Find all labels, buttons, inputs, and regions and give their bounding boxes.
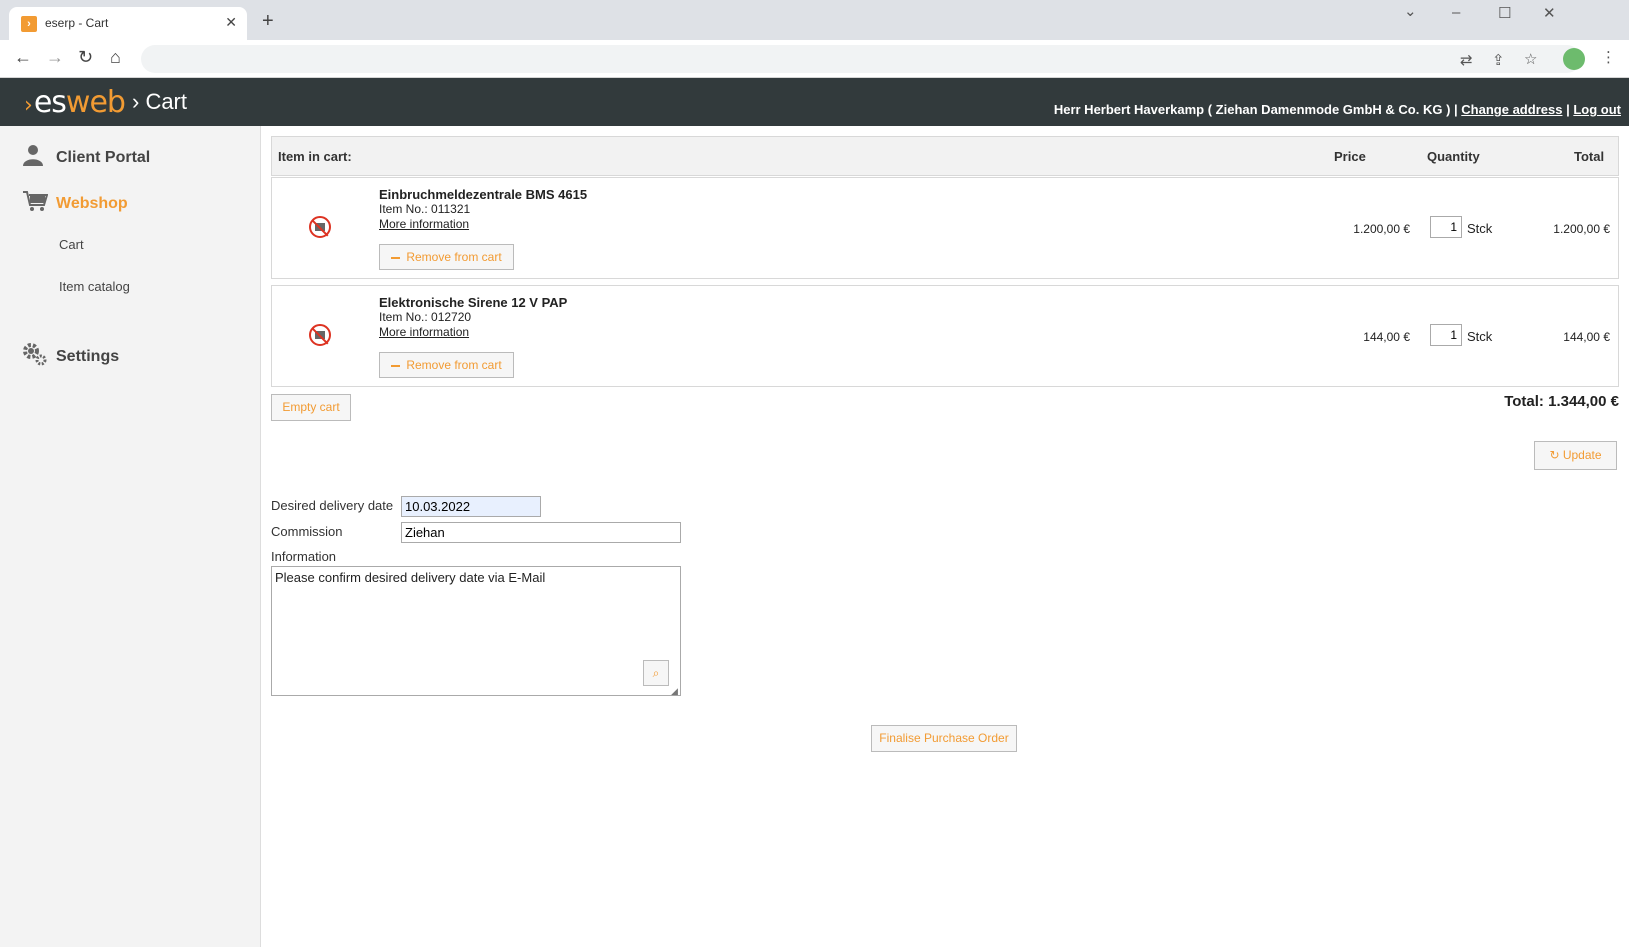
delivery-date-label: Desired delivery date — [271, 498, 394, 513]
item-name: Elektronische Sirene 12 V PAP — [379, 295, 568, 310]
app-header: ›esweb › Cart Herr Herbert Haverkamp ( Z… — [0, 78, 1629, 126]
sidebar-item-settings[interactable]: Settings — [22, 342, 119, 372]
gears-icon — [22, 342, 48, 372]
item-price: 1.200,00 € — [1353, 222, 1410, 236]
minus-icon — [391, 256, 401, 259]
remove-label: Remove from cart — [406, 358, 502, 372]
remove-from-cart-button[interactable]: Remove from cart — [379, 352, 514, 378]
logo-web: web — [65, 85, 126, 120]
empty-cart-button[interactable]: Empty cart — [271, 394, 351, 421]
logo-es: es — [33, 85, 67, 120]
sidebar-item-item-catalog[interactable]: Item catalog — [59, 279, 130, 294]
logo-arrow-icon: › — [24, 93, 33, 118]
change-address-link[interactable]: Change address — [1461, 102, 1562, 117]
quantity-input[interactable] — [1430, 324, 1462, 346]
update-label: Update — [1562, 448, 1602, 462]
forward-icon[interactable]: → — [46, 47, 64, 68]
tab-search-icon[interactable]: ⌄ — [1404, 2, 1417, 20]
logout-link[interactable]: Log out — [1573, 102, 1621, 117]
commission-input[interactable] — [401, 522, 681, 543]
more-information-link[interactable]: More information — [379, 217, 469, 231]
new-tab-button[interactable]: + — [262, 10, 274, 33]
sidebar-item-label: Client Portal — [56, 149, 151, 167]
sidebar-item-label: Settings — [56, 348, 120, 366]
item-number: Item No.: 012720 — [379, 310, 472, 324]
browser-menu-icon[interactable]: ⋮ — [1601, 48, 1616, 66]
more-information-link[interactable]: More information — [379, 325, 469, 339]
user-name: Herr Herbert Haverkamp ( Ziehan Damenmod… — [1053, 102, 1458, 117]
cart-table-header: Item in cart: Price Quantity Total — [271, 136, 1619, 176]
separator: | — [1566, 102, 1570, 117]
commission-label: Commission — [271, 524, 343, 539]
quantity-input[interactable] — [1430, 216, 1462, 238]
sidebar-item-cart[interactable]: Cart — [59, 237, 84, 252]
share-icon[interactable]: ⇪ — [1492, 51, 1505, 69]
unit-label: Stck — [1467, 221, 1493, 236]
cart-grand-total: Total: 1.344,00 € — [1504, 393, 1619, 410]
bookmark-star-icon[interactable]: ☆ — [1524, 50, 1537, 68]
sidebar-item-label: Webshop — [56, 195, 128, 213]
item-price: 144,00 € — [1363, 330, 1410, 344]
finalise-purchase-order-button[interactable]: Finalise Purchase Order — [871, 725, 1017, 752]
delivery-date-input[interactable] — [401, 496, 541, 517]
close-window-button[interactable]: ✕ — [1543, 4, 1556, 22]
cart-row: Elektronische Sirene 12 V PAP Item No.: … — [271, 285, 1619, 387]
tab-close-icon[interactable]: ✕ — [225, 14, 237, 31]
resize-handle-icon[interactable]: ◢ — [671, 686, 678, 697]
header-quantity: Quantity — [1427, 149, 1480, 164]
item-total: 1.200,00 € — [1553, 222, 1610, 236]
no-image-icon — [309, 216, 331, 238]
favicon-icon: › — [21, 16, 37, 32]
translate-icon[interactable]: ⇄ — [1460, 51, 1473, 69]
sidebar-item-client-portal[interactable]: Client Portal — [22, 144, 150, 172]
refresh-icon: ↻ — [1549, 448, 1560, 462]
tab-title: eserp - Cart — [45, 16, 109, 30]
back-icon[interactable]: ← — [14, 47, 32, 68]
address-bar[interactable]: ⇄ ⇪ ☆ — [141, 45, 1581, 73]
reload-icon[interactable]: ↻ — [78, 47, 93, 68]
zoom-icon[interactable]: ⌕ — [643, 660, 669, 686]
header-item: Item in cart: — [278, 149, 352, 164]
information-label: Information — [271, 549, 337, 564]
breadcrumb: › Cart — [132, 89, 187, 114]
home-icon[interactable]: ⌂ — [110, 47, 121, 68]
user-info: Herr Herbert Haverkamp ( Ziehan Damenmod… — [1054, 102, 1621, 117]
cart-icon — [22, 190, 49, 218]
browser-toolbar: ← → ↻ ⌂ ⇄ ⇪ ☆ ⋮ — [0, 40, 1629, 78]
maximize-button[interactable]: ☐ — [1498, 4, 1511, 22]
browser-tabstrip: › eserp - Cart ✕ + ⌄ – ☐ ✕ — [0, 0, 1629, 40]
minimize-button[interactable]: – — [1452, 4, 1460, 21]
item-name: Einbruchmeldezentrale BMS 4615 — [379, 187, 588, 202]
item-total: 144,00 € — [1563, 330, 1610, 344]
no-image-icon — [309, 324, 331, 346]
esweb-logo[interactable]: ›esweb — [24, 85, 126, 120]
update-button[interactable]: ↻ Update — [1534, 441, 1617, 470]
item-number: Item No.: 011321 — [379, 202, 471, 216]
unit-label: Stck — [1467, 329, 1493, 344]
header-price: Price — [1334, 149, 1366, 164]
information-textarea[interactable]: Please confirm desired delivery date via… — [271, 566, 681, 696]
minus-icon — [391, 364, 401, 367]
header-total: Total — [1574, 149, 1605, 164]
remove-from-cart-button[interactable]: Remove from cart — [379, 244, 514, 270]
cart-row: Einbruchmeldezentrale BMS 4615 Item No.:… — [271, 177, 1619, 279]
person-icon — [22, 144, 48, 172]
sidebar-item-webshop[interactable]: Webshop — [22, 190, 128, 218]
profile-avatar[interactable] — [1563, 48, 1585, 70]
browser-tab[interactable]: › eserp - Cart ✕ — [9, 7, 247, 40]
remove-label: Remove from cart — [406, 250, 502, 264]
sidebar: Client Portal Webshop Cart Item catalog … — [0, 126, 261, 947]
